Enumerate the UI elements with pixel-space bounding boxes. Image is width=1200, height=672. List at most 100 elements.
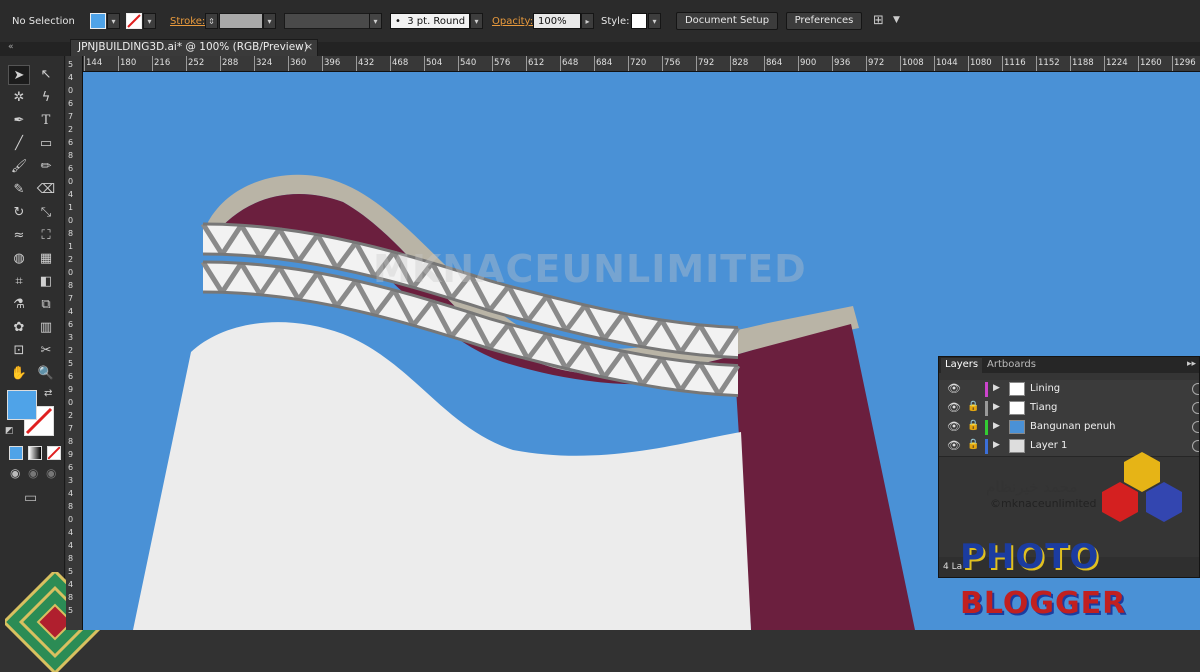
- symbol-sprayer-tool-icon[interactable]: ✿: [8, 318, 30, 338]
- visibility-eye-icon[interactable]: 👁: [947, 401, 961, 414]
- default-colors-icon[interactable]: ◩: [5, 426, 14, 436]
- layer-name[interactable]: Lining: [1030, 383, 1060, 394]
- ruler-label: 396: [324, 58, 341, 68]
- eyedropper-tool-icon[interactable]: ⚗: [8, 295, 30, 315]
- fill-color-box[interactable]: [7, 390, 37, 420]
- blob-brush-tool-icon[interactable]: ✎: [8, 180, 30, 200]
- selection-tool-icon[interactable]: ➤: [8, 65, 30, 85]
- vertical-ruler-digit: 8: [68, 437, 74, 446]
- stroke-weight-stepper[interactable]: ⇕: [205, 13, 218, 29]
- hand-tool-icon[interactable]: ✋: [8, 364, 30, 384]
- scale-tool-icon[interactable]: ⤡: [35, 203, 57, 223]
- fill-swatch[interactable]: [90, 13, 106, 29]
- none-mode-icon[interactable]: [47, 446, 61, 460]
- document-setup-button[interactable]: Document Setup: [676, 12, 778, 30]
- lasso-tool-icon[interactable]: ϟ: [35, 88, 57, 108]
- layer-row[interactable]: 👁 🔒 ▶ Tiang: [939, 399, 1199, 419]
- artboard-tool-icon[interactable]: ⊡: [8, 341, 30, 361]
- brush-definition[interactable]: • 3 pt. Round: [390, 13, 470, 29]
- column-graph-tool-icon[interactable]: ▥: [35, 318, 57, 338]
- visibility-eye-icon[interactable]: 👁: [947, 439, 961, 452]
- ruler-tick: [84, 56, 85, 71]
- ruler-label: 360: [290, 58, 307, 68]
- document-tab[interactable]: JPNJBUILDING3D.ai* @ 100% (RGB/Preview) …: [70, 39, 318, 56]
- stroke-weight-dropdown[interactable]: ▾: [263, 13, 276, 29]
- tab-layers[interactable]: Layers: [941, 358, 983, 373]
- direct-selection-tool-icon[interactable]: ↖: [35, 65, 57, 85]
- arrange-documents-icon[interactable]: ⊞: [873, 13, 884, 28]
- free-transform-tool-icon[interactable]: ⛶: [35, 226, 57, 246]
- perspective-grid-tool-icon[interactable]: ▦: [35, 249, 57, 269]
- visibility-eye-icon[interactable]: 👁: [947, 420, 961, 433]
- warp-tool-icon[interactable]: ≈: [8, 226, 30, 246]
- variable-width-dropdown[interactable]: ▾: [369, 13, 382, 29]
- arabic-signature: محمد خيرنظام: [986, 478, 1078, 496]
- layer-name[interactable]: Bangunan penuh: [1030, 421, 1116, 432]
- style-swatch[interactable]: [631, 13, 647, 29]
- vertical-ruler[interactable]: 5 4 0 6 7 2 6 8 6 0 4 1 0 8 1 2 0 8 7 4 6 3 2 5 6 9 0 2 7 8 9 6 3 4 8 0 4 4 8 5…: [66, 56, 83, 630]
- ruler-label: 432: [358, 58, 375, 68]
- pencil-tool-icon[interactable]: ✏: [35, 157, 57, 177]
- stroke-label[interactable]: Stroke:: [170, 16, 205, 27]
- style-dropdown[interactable]: ▾: [648, 13, 661, 29]
- gradient-tool-icon[interactable]: ◧: [35, 272, 57, 292]
- stroke-dropdown[interactable]: ▾: [143, 13, 156, 29]
- vertical-ruler-digit: 5: [68, 359, 74, 368]
- expand-arrow-icon[interactable]: ▶: [993, 402, 1000, 412]
- opacity-dropdown[interactable]: ▸: [581, 13, 594, 29]
- lock-icon[interactable]: 🔒: [967, 439, 979, 450]
- preferences-button[interactable]: Preferences: [786, 12, 862, 30]
- lock-icon[interactable]: 🔒: [967, 401, 979, 412]
- layer-row[interactable]: 👁 ▶ Lining: [939, 380, 1199, 400]
- ruler-label: 1188: [1072, 58, 1094, 68]
- rectangle-tool-icon[interactable]: ▭: [35, 134, 57, 154]
- tab-artboards[interactable]: Artboards: [983, 358, 1040, 373]
- eraser-tool-icon[interactable]: ⌫: [35, 180, 57, 200]
- panel-menu-icon[interactable]: ▸▸: [1187, 359, 1196, 369]
- stroke-swatch[interactable]: [126, 13, 142, 29]
- gradient-mode-icon[interactable]: [28, 446, 42, 460]
- target-circle-icon[interactable]: [1192, 383, 1199, 395]
- opacity-label[interactable]: Opacity:: [492, 16, 533, 27]
- chevron-down-icon[interactable]: ▼: [893, 15, 900, 25]
- horizontal-ruler[interactable]: 144 180 216 252 288 324 360 396 432 468 504 540 576 6…: [82, 56, 1200, 72]
- panel-collapse-icon[interactable]: «: [8, 42, 14, 52]
- hexagon-logo-icon: [1102, 452, 1182, 522]
- expand-arrow-icon[interactable]: ▶: [993, 440, 1000, 450]
- pen-tool-icon[interactable]: ✒: [8, 111, 30, 131]
- opacity-field[interactable]: 100%: [533, 13, 581, 29]
- swap-icon[interactable]: ⇄: [44, 388, 52, 399]
- draw-behind-icon[interactable]: ◉: [28, 466, 38, 480]
- zoom-tool-icon[interactable]: 🔍: [35, 364, 57, 384]
- target-circle-icon[interactable]: [1192, 402, 1199, 414]
- screen-mode-icon[interactable]: ▭: [24, 490, 37, 506]
- draw-normal-icon[interactable]: ◉: [10, 466, 20, 480]
- variable-width-profile[interactable]: [284, 13, 370, 29]
- color-mode-icon[interactable]: [9, 446, 23, 460]
- mesh-tool-icon[interactable]: ⌗: [8, 272, 30, 292]
- slice-tool-icon[interactable]: ✂: [35, 341, 57, 361]
- line-tool-icon[interactable]: ╱: [8, 134, 30, 154]
- draw-inside-icon[interactable]: ◉: [46, 466, 56, 480]
- visibility-eye-icon[interactable]: 👁: [947, 382, 961, 395]
- expand-arrow-icon[interactable]: ▶: [993, 383, 1000, 393]
- layer-name[interactable]: Layer 1: [1030, 440, 1067, 451]
- ruler-tick: [560, 56, 561, 71]
- ruler-label: 324: [256, 58, 273, 68]
- close-icon[interactable]: ×: [304, 40, 313, 53]
- target-circle-icon[interactable]: [1192, 421, 1199, 433]
- expand-arrow-icon[interactable]: ▶: [993, 421, 1000, 431]
- brush-dropdown[interactable]: ▾: [470, 13, 483, 29]
- lock-icon[interactable]: 🔒: [967, 420, 979, 431]
- fill-dropdown[interactable]: ▾: [107, 13, 120, 29]
- type-tool-icon[interactable]: T: [35, 111, 57, 131]
- blend-tool-icon[interactable]: ⧉: [35, 295, 57, 315]
- shape-builder-tool-icon[interactable]: ◍: [8, 249, 30, 269]
- stroke-weight-field[interactable]: [219, 13, 263, 29]
- magic-wand-tool-icon[interactable]: ✲: [8, 88, 30, 108]
- rotate-tool-icon[interactable]: ↻: [8, 203, 30, 223]
- layer-row[interactable]: 👁 🔒 ▶ Bangunan penuh: [939, 418, 1199, 438]
- layer-name[interactable]: Tiang: [1030, 402, 1057, 413]
- ruler-label: 1296: [1174, 58, 1196, 68]
- paintbrush-tool-icon[interactable]: 🖌: [8, 157, 30, 177]
